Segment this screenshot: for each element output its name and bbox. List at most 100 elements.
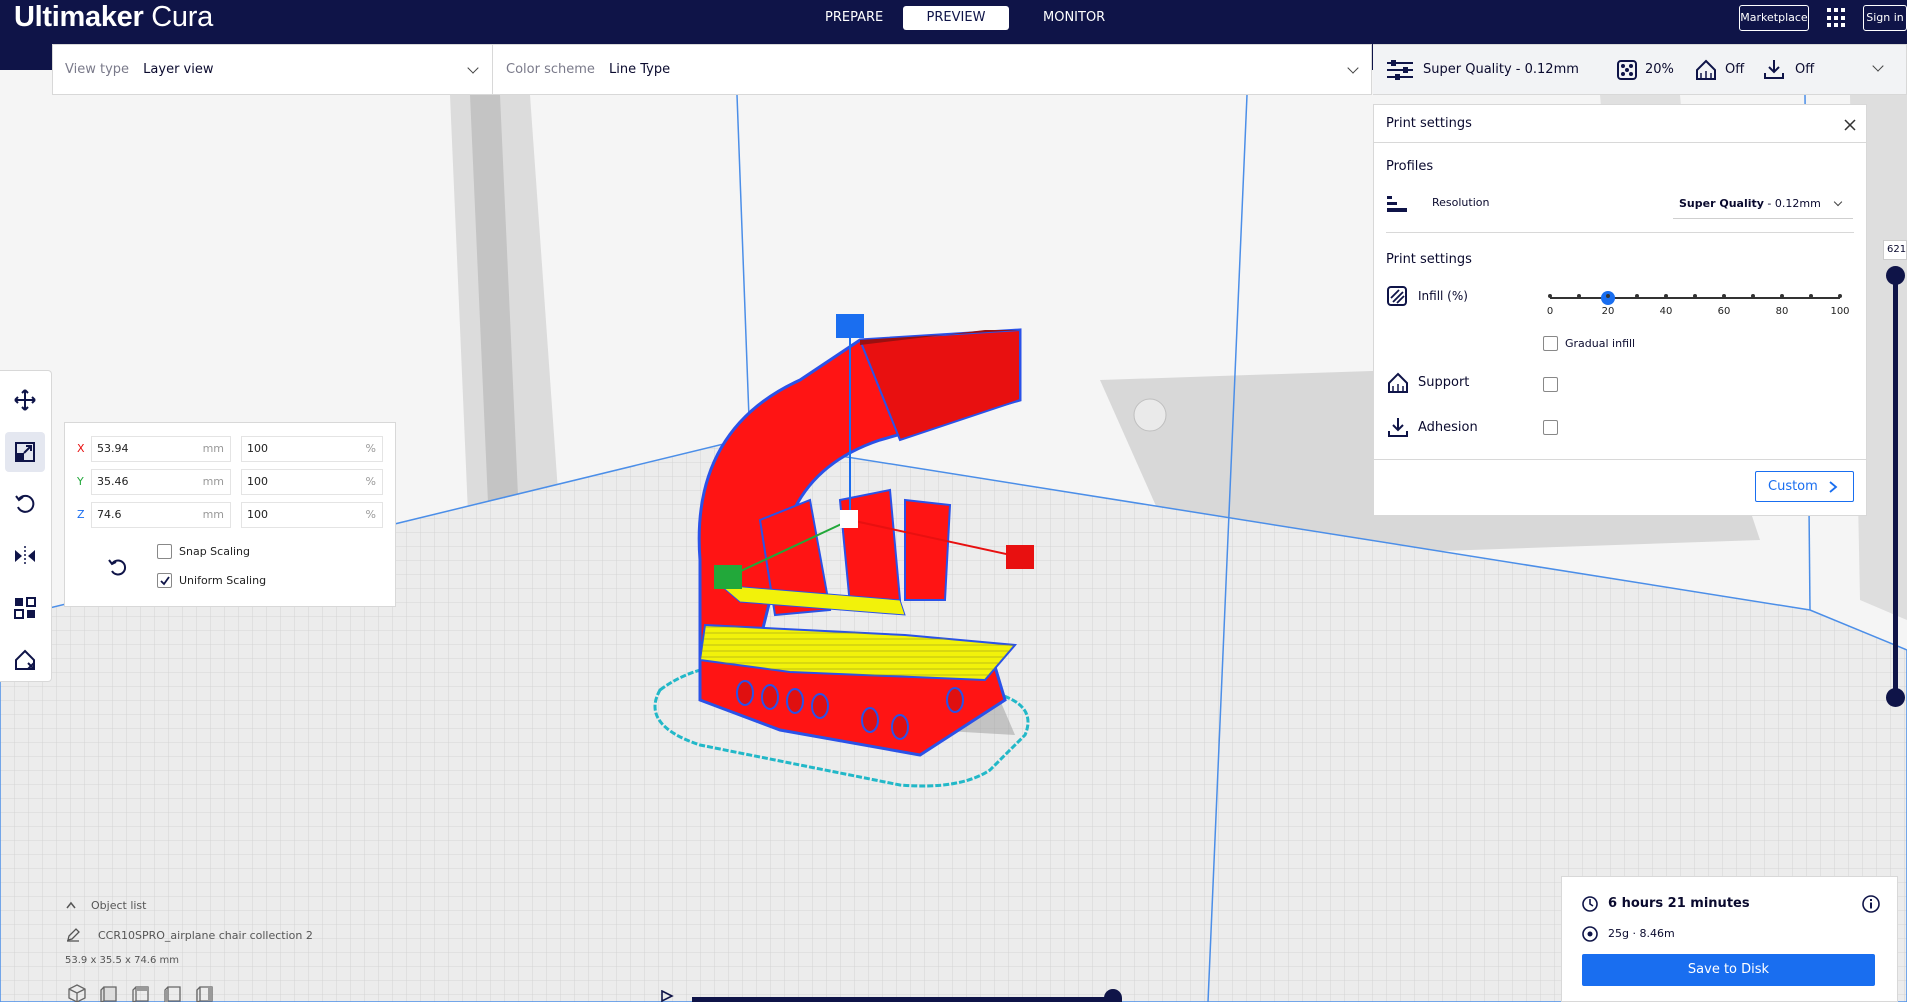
- close-icon[interactable]: [1844, 119, 1856, 131]
- reset-scale-icon[interactable]: [107, 556, 129, 578]
- layer-number-input[interactable]: 621: [1883, 240, 1907, 260]
- custom-settings-button[interactable]: Custom: [1755, 471, 1854, 502]
- profiles-heading: Profiles: [1386, 159, 1434, 174]
- scale-tool-button[interactable]: [5, 432, 45, 472]
- chevron-down-icon[interactable]: [1872, 60, 1884, 72]
- gradual-infill-label: Gradual infill: [1565, 337, 1636, 350]
- x-percent-input[interactable]: 100%: [241, 436, 383, 462]
- pencil-icon[interactable]: [66, 928, 80, 942]
- resolution-label: Resolution: [1432, 196, 1490, 209]
- snap-scaling-checkbox[interactable]: [157, 544, 172, 559]
- infill-tick: [1780, 294, 1784, 298]
- infill-tick-label: 60: [1717, 306, 1731, 317]
- print-setup-selector[interactable]: Super Quality - 0.12mm 20% Off Off: [1373, 44, 1907, 95]
- view-type-value: Layer view: [143, 62, 214, 77]
- move-icon: [14, 389, 36, 411]
- 3d-view-icon[interactable]: [68, 984, 86, 1002]
- info-icon[interactable]: [1862, 895, 1880, 913]
- support-blocker-button[interactable]: [5, 640, 45, 680]
- path-slider-track[interactable]: [692, 997, 1114, 1002]
- path-slider-handle[interactable]: [1104, 989, 1122, 1002]
- spool-icon: [1582, 926, 1598, 942]
- support-summary: Off: [1725, 62, 1745, 77]
- object-name[interactable]: CCR10SPRO_airplane chair collection 2: [98, 929, 313, 942]
- resolution-icon: [1387, 196, 1407, 212]
- quality-profile-label: Super Quality - 0.12mm: [1423, 62, 1579, 77]
- infill-tick: [1664, 294, 1668, 298]
- uniform-scaling-checkbox[interactable]: [157, 573, 172, 588]
- infill-tick-label: 100: [1830, 306, 1850, 317]
- right-view-icon[interactable]: [196, 984, 214, 1002]
- layer-slider-lower-handle[interactable]: [1886, 688, 1905, 707]
- clock-icon: [1582, 896, 1598, 912]
- move-tool-button[interactable]: [5, 380, 45, 420]
- per-model-settings-button[interactable]: [5, 588, 45, 628]
- adhesion-label: Adhesion: [1418, 420, 1478, 435]
- checkmark-icon: [160, 576, 170, 586]
- play-icon[interactable]: [660, 990, 674, 1002]
- front-view-icon[interactable]: [100, 984, 118, 1002]
- infill-tick: [1693, 294, 1697, 298]
- view-type-label: View type: [65, 62, 130, 77]
- chevron-right-icon: [1829, 481, 1838, 493]
- view-type-dropdown[interactable]: View type Layer view: [65, 45, 214, 94]
- mirror-icon: [15, 546, 35, 566]
- chevron-down-icon[interactable]: [467, 62, 479, 74]
- chevron-down-icon[interactable]: [1347, 62, 1359, 74]
- color-scheme-dropdown[interactable]: Color scheme Line Type: [506, 45, 670, 94]
- adhesion-checkbox[interactable]: [1543, 420, 1558, 435]
- scale-panel: X 53.94 mm 100% Y 35.46 mm 100% Z 74.6 mm 1…: [64, 422, 396, 607]
- rotate-icon: [15, 494, 35, 513]
- per-model-settings-icon: [14, 597, 36, 619]
- x-axis-label: X: [77, 442, 85, 455]
- adhesion-icon: [1388, 418, 1408, 437]
- object-dimensions: 53.9 x 35.5 x 74.6 mm: [65, 955, 180, 966]
- infill-tick-label: 0: [1546, 306, 1554, 317]
- sign-in-button[interactable]: Sign in: [1863, 5, 1907, 31]
- infill-tick-label: 40: [1659, 306, 1673, 317]
- support-icon: [1696, 59, 1716, 80]
- object-list-header[interactable]: Object list: [91, 899, 146, 912]
- infill-tick-label: 80: [1775, 306, 1789, 317]
- infill-tick-label: 20: [1601, 306, 1615, 317]
- left-view-icon[interactable]: [164, 984, 182, 1002]
- infill-label: Infill (%): [1418, 289, 1468, 303]
- z-size-input[interactable]: 74.6 mm: [91, 502, 231, 528]
- apps-grid-icon[interactable]: [1827, 8, 1847, 28]
- layer-slider-upper-handle[interactable]: [1886, 266, 1905, 285]
- z-axis-label: Z: [77, 508, 85, 521]
- tab-monitor[interactable]: MONITOR: [1031, 6, 1117, 30]
- infill-summary: 20%: [1645, 62, 1674, 77]
- mirror-tool-button[interactable]: [5, 536, 45, 576]
- chevron-up-icon[interactable]: [66, 901, 76, 909]
- rotate-tool-button[interactable]: [5, 484, 45, 524]
- support-icon: [1388, 372, 1408, 393]
- infill-tick: [1838, 294, 1842, 298]
- y-percent-input[interactable]: 100%: [241, 469, 383, 495]
- layer-slider-track[interactable]: [1893, 274, 1898, 698]
- tab-preview[interactable]: PREVIEW: [903, 6, 1009, 30]
- top-view-icon[interactable]: [132, 984, 150, 1002]
- settings-sliders-icon: [1387, 60, 1413, 80]
- resolution-dropdown[interactable]: Super Quality - 0.12mm: [1673, 189, 1853, 219]
- print-settings-panel: Print settings Profiles Resolution Super…: [1373, 104, 1867, 516]
- y-axis-label: Y: [77, 475, 84, 488]
- print-job-panel: 6 hours 21 minutes 25g · 8.46m Save to D…: [1561, 876, 1898, 1002]
- tab-prepare[interactable]: PREPARE: [813, 6, 895, 30]
- save-to-disk-button[interactable]: Save to Disk: [1582, 954, 1875, 986]
- snap-scaling-label: Snap Scaling: [179, 545, 251, 558]
- infill-tick: [1809, 294, 1813, 298]
- support-label: Support: [1418, 375, 1470, 390]
- support-checkbox[interactable]: [1543, 377, 1558, 392]
- z-percent-input[interactable]: 100%: [241, 502, 383, 528]
- x-size-input[interactable]: 53.94 mm: [91, 436, 231, 462]
- scale-icon: [15, 442, 35, 462]
- marketplace-button[interactable]: Marketplace: [1739, 5, 1809, 31]
- gradual-infill-checkbox[interactable]: [1543, 336, 1558, 351]
- app-title: Ultimaker Cura: [14, 1, 213, 33]
- uniform-scaling-label: Uniform Scaling: [179, 574, 267, 587]
- y-size-input[interactable]: 35.46 mm: [91, 469, 231, 495]
- color-scheme-label: Color scheme: [506, 62, 595, 77]
- divider: [1386, 232, 1854, 233]
- divider: [1374, 459, 1866, 460]
